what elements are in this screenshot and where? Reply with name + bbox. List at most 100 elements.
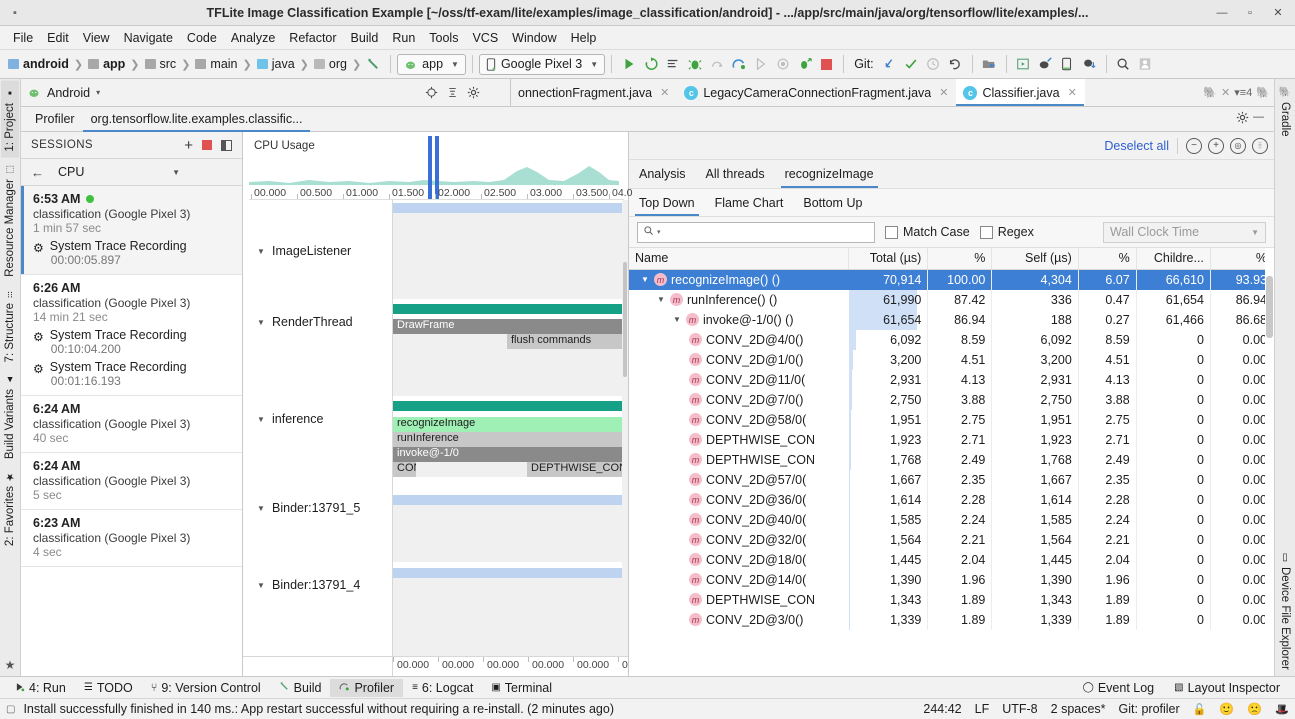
toolwindow-event-log[interactable]: ◯ Event Log	[1074, 679, 1164, 697]
zoom-out-icon[interactable]: −	[1186, 138, 1202, 154]
editor-tab-legacycameraconnectionfragment[interactable]: c LegacyCameraConnectionFragment.java ✕	[677, 79, 956, 106]
menu-file[interactable]: File	[6, 29, 40, 47]
frowny-icon[interactable]: 🙁	[1247, 702, 1262, 716]
table-row[interactable]: m CONV_2D@40/0( 1,585 2.24 1,585 2.24 0	[629, 510, 1274, 530]
cell-name[interactable]: ▼ m invoke@-1/0() ()	[629, 310, 849, 330]
track-renderthread-state[interactable]	[393, 304, 622, 314]
build-hammer-icon[interactable]	[363, 54, 384, 75]
table-row[interactable]: m DEPTHWISE_CON 1,923 2.71 1,923 2.71 0	[629, 430, 1274, 450]
session-item[interactable]: 6:23 AM classification (Google Pixel 3) …	[21, 510, 242, 567]
thread-track-lanes[interactable]: DrawFrame flush commands rec	[393, 200, 628, 656]
collapse-all-icon[interactable]	[443, 83, 462, 102]
cell-name[interactable]: m DEPTHWISE_CON	[629, 430, 849, 450]
track-flush-commands[interactable]: flush commands	[507, 334, 622, 349]
regex-checkbox[interactable]: Regex	[980, 225, 1034, 239]
table-row[interactable]: m CONV_2D@58/0( 1,951 2.75 1,951 2.75 0	[629, 410, 1274, 430]
track-binder5-state[interactable]	[393, 495, 622, 505]
table-row[interactable]: m CONV_2D@7/0() 2,750 3.88 2,750 3.88 0	[629, 390, 1274, 410]
track-invoke[interactable]: invoke@-1/0	[393, 447, 622, 462]
track-drawframe[interactable]: DrawFrame	[393, 319, 622, 334]
menu-tools[interactable]: Tools	[422, 29, 465, 47]
chevron-down-icon[interactable]: ▼	[257, 318, 266, 327]
track-inference-state[interactable]	[393, 401, 622, 411]
track-runinference[interactable]: runInference	[393, 432, 622, 447]
session-item[interactable]: 6:53 AM classification (Google Pixel 3) …	[21, 186, 242, 275]
clock-type-selector[interactable]: Wall Clock Time ▼	[1103, 222, 1266, 243]
table-row[interactable]: ▼ m runInference() () 61,990 87.42 336 0…	[629, 290, 1274, 310]
table-row[interactable]: m CONV_2D@36/0( 1,614 2.28 1,614 2.28 0	[629, 490, 1274, 510]
table-row[interactable]: m CONV_2D@4/0() 6,092 8.59 6,092 8.59 0	[629, 330, 1274, 350]
close-icon[interactable]: ✕	[1068, 86, 1077, 99]
sidebar-item-favorites[interactable]: 2: Favorites ★	[1, 465, 19, 552]
column-header-total[interactable]: Total (µs)	[849, 248, 928, 270]
sidebar-item-structure[interactable]: 7: Structure ⁝⁝	[1, 282, 19, 368]
maximize-button[interactable]: ▫	[1237, 2, 1263, 24]
track-depthwise-conv[interactable]: DEPTHWISE_CONV_...	[527, 462, 622, 477]
toolwindow-layout-inspector[interactable]: ▧ Layout Inspector	[1165, 679, 1289, 697]
apply-changes-icon[interactable]	[640, 54, 661, 75]
chevron-down-icon[interactable]: ▾	[96, 88, 100, 97]
thread-name-binder-4[interactable]: ▼ Binder:13791_4	[257, 578, 360, 592]
profile-icon[interactable]	[728, 54, 749, 75]
call-tree-table-wrapper[interactable]: Name Total (µs) % Self (µs) % Childre...…	[629, 248, 1274, 676]
search-icon[interactable]	[1113, 54, 1134, 75]
cell-name[interactable]: m CONV_2D@11/0(	[629, 370, 849, 390]
table-row[interactable]: m CONV_2D@57/0( 1,667 2.35 1,667 2.35 0	[629, 470, 1274, 490]
chevron-down-icon[interactable]: ▼	[257, 415, 266, 424]
line-separator[interactable]: LF	[975, 702, 990, 716]
cell-name[interactable]: m CONV_2D@18/0(	[629, 550, 849, 570]
toolwindow-todo[interactable]: ☰ TODO	[75, 679, 142, 697]
run-icon[interactable]	[618, 54, 639, 75]
chevron-down-icon[interactable]: ▼	[673, 315, 682, 324]
cell-name[interactable]: m CONV_2D@14/0(	[629, 570, 849, 590]
column-header-self[interactable]: Self (µs)	[992, 248, 1078, 270]
column-header-self-pct[interactable]: %	[1078, 248, 1136, 270]
gradle-elephant-icon[interactable]: 🐘	[1203, 86, 1217, 99]
sidebar-item-gradle[interactable]: 🐘 Gradle	[1276, 81, 1294, 143]
close-icon[interactable]: ✕	[939, 86, 948, 99]
tab-recognizeimage[interactable]: recognizeImage	[775, 160, 884, 188]
session-recording[interactable]: ⚙ System Trace Recording 00:10:04.200	[33, 328, 232, 356]
table-scrollbar-thumb[interactable]	[1266, 276, 1273, 338]
status-message[interactable]: Install successfully finished in 140 ms.…	[23, 702, 614, 716]
cell-name[interactable]: ▼ m recognizeImage() ()	[629, 270, 849, 290]
back-button[interactable]: ←	[31, 165, 44, 180]
tab-analysis[interactable]: Analysis	[629, 160, 696, 188]
gear-icon[interactable]	[1236, 111, 1249, 127]
chevron-down-icon[interactable]: ▼	[641, 275, 650, 284]
match-case-checkbox[interactable]: Match Case	[885, 225, 970, 239]
track-recognizeimage[interactable]: recognizeImage	[393, 417, 622, 432]
stop-recording-button[interactable]	[202, 140, 212, 150]
checkbox-box[interactable]	[980, 226, 993, 239]
indent-setting[interactable]: 2 spaces*	[1051, 702, 1106, 716]
menu-analyze[interactable]: Analyze	[224, 29, 282, 47]
sidebar-item-project[interactable]: 1: Project ▪	[1, 81, 19, 158]
sdk-manager-icon[interactable]	[1035, 54, 1056, 75]
minimize-button[interactable]: —	[1209, 2, 1235, 24]
cpu-usage-chart[interactable]: CPU Usage 00.000 00.500	[249, 136, 624, 200]
sidebar-item-resource-manager[interactable]: Resource Manager ⬚	[1, 158, 19, 283]
debug-icon[interactable]	[684, 54, 705, 75]
timeline-scrollbar[interactable]	[622, 200, 628, 656]
attach-debugger-icon[interactable]	[794, 54, 815, 75]
cell-name[interactable]: m CONV_2D@40/0(	[629, 510, 849, 530]
close-icon[interactable]: ✕	[660, 86, 669, 99]
chevron-down-icon[interactable]: ▼	[172, 168, 232, 177]
search-box[interactable]: ▾	[637, 222, 875, 243]
menu-code[interactable]: Code	[180, 29, 224, 47]
minimize-icon[interactable]: —	[1253, 111, 1264, 127]
menu-edit[interactable]: Edit	[40, 29, 76, 47]
subtab-top-down[interactable]: Top Down	[629, 189, 705, 216]
cell-name[interactable]: m CONV_2D@32/0(	[629, 530, 849, 550]
breadcrumb-org[interactable]: org	[311, 56, 350, 72]
cell-name[interactable]: m CONV_2D@58/0(	[629, 410, 849, 430]
zoom-in-icon[interactable]: +	[1208, 138, 1224, 154]
chevron-down-icon[interactable]: ▼	[257, 504, 266, 513]
thread-name-renderthread[interactable]: ▼ RenderThread	[257, 315, 353, 329]
zoom-to-selection-icon[interactable]: ⦙⦙	[1252, 138, 1268, 154]
table-scrollbar[interactable]	[1265, 248, 1274, 676]
toolwindow-logcat[interactable]: ≡ 6: Logcat	[403, 679, 482, 697]
sync-gradle-icon[interactable]	[1079, 54, 1100, 75]
breadcrumb-main[interactable]: main	[192, 56, 240, 72]
apply-code-changes-icon[interactable]	[662, 54, 683, 75]
